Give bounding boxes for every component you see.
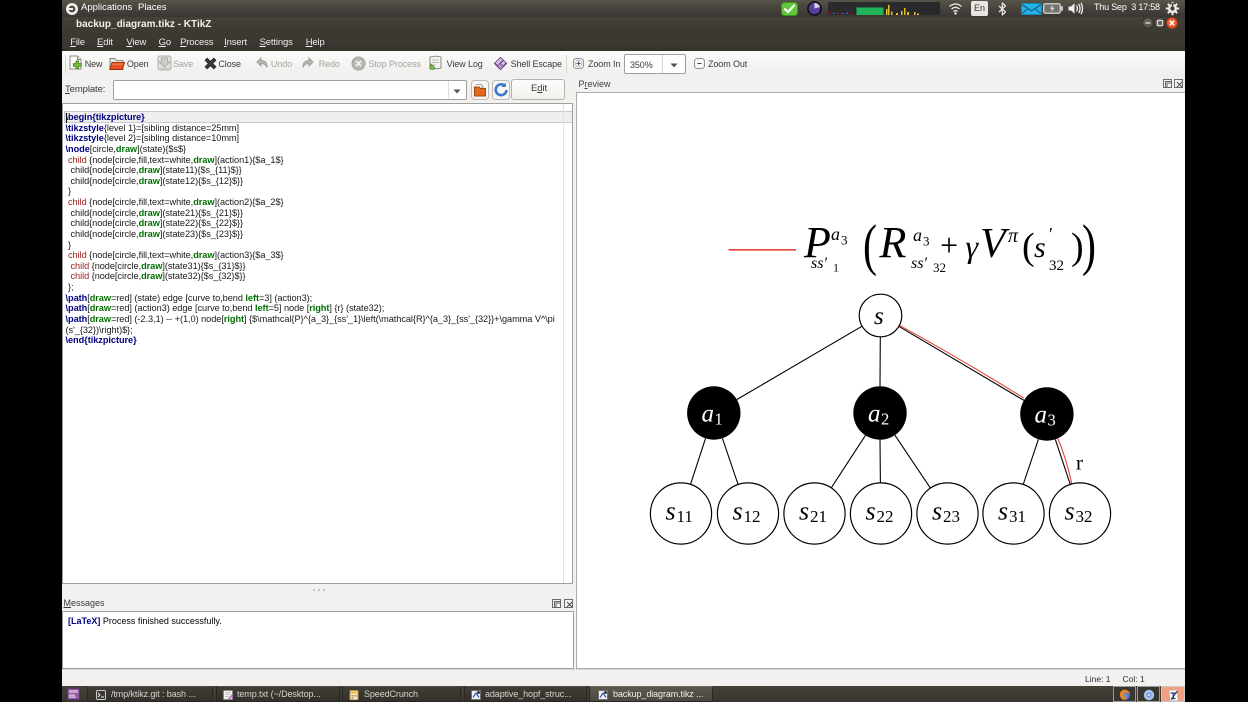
- svg-text:(: (: [1022, 226, 1035, 268]
- svg-text:s: s: [666, 497, 676, 526]
- svg-text:s: s: [799, 497, 809, 526]
- svg-text:a: a: [868, 401, 881, 428]
- svg-text:3: 3: [923, 234, 930, 249]
- svg-text:s: s: [932, 497, 942, 526]
- svg-text:s: s: [874, 303, 884, 330]
- svg-text:a: a: [1035, 402, 1048, 429]
- svg-text:32: 32: [1049, 258, 1064, 274]
- svg-text:ss′: ss′: [911, 255, 927, 272]
- svg-text:31: 31: [1009, 507, 1026, 526]
- svg-text:s: s: [1065, 497, 1075, 526]
- svg-text:32: 32: [1076, 507, 1093, 526]
- svg-text:3: 3: [1048, 411, 1056, 430]
- svg-text:a: a: [913, 225, 922, 245]
- svg-text:+: +: [940, 227, 958, 263]
- svg-text:′: ′: [1049, 224, 1053, 244]
- svg-text:R: R: [879, 218, 907, 267]
- svg-text:s: s: [866, 497, 876, 526]
- svg-text:π: π: [1008, 225, 1019, 247]
- svg-text:γ: γ: [966, 228, 980, 264]
- svg-text:22: 22: [877, 507, 894, 526]
- svg-text:12: 12: [744, 507, 761, 526]
- svg-text:1: 1: [715, 410, 723, 429]
- svg-text:s: s: [733, 497, 743, 526]
- svg-text:r: r: [1076, 451, 1083, 475]
- svg-text:3: 3: [841, 233, 848, 248]
- svg-text:a: a: [702, 401, 715, 428]
- svg-text:a: a: [831, 224, 840, 244]
- svg-text:1: 1: [833, 261, 839, 275]
- svg-text:): ): [1082, 213, 1096, 277]
- svg-text:s: s: [1034, 231, 1046, 264]
- svg-text:2: 2: [881, 410, 889, 429]
- svg-text:21: 21: [810, 507, 827, 526]
- svg-text:23: 23: [943, 507, 960, 526]
- svg-text:s: s: [998, 497, 1008, 526]
- svg-text:11: 11: [677, 507, 693, 526]
- svg-text:(: (: [863, 213, 877, 277]
- svg-text:V: V: [980, 221, 1010, 267]
- svg-text:ss′: ss′: [811, 255, 827, 272]
